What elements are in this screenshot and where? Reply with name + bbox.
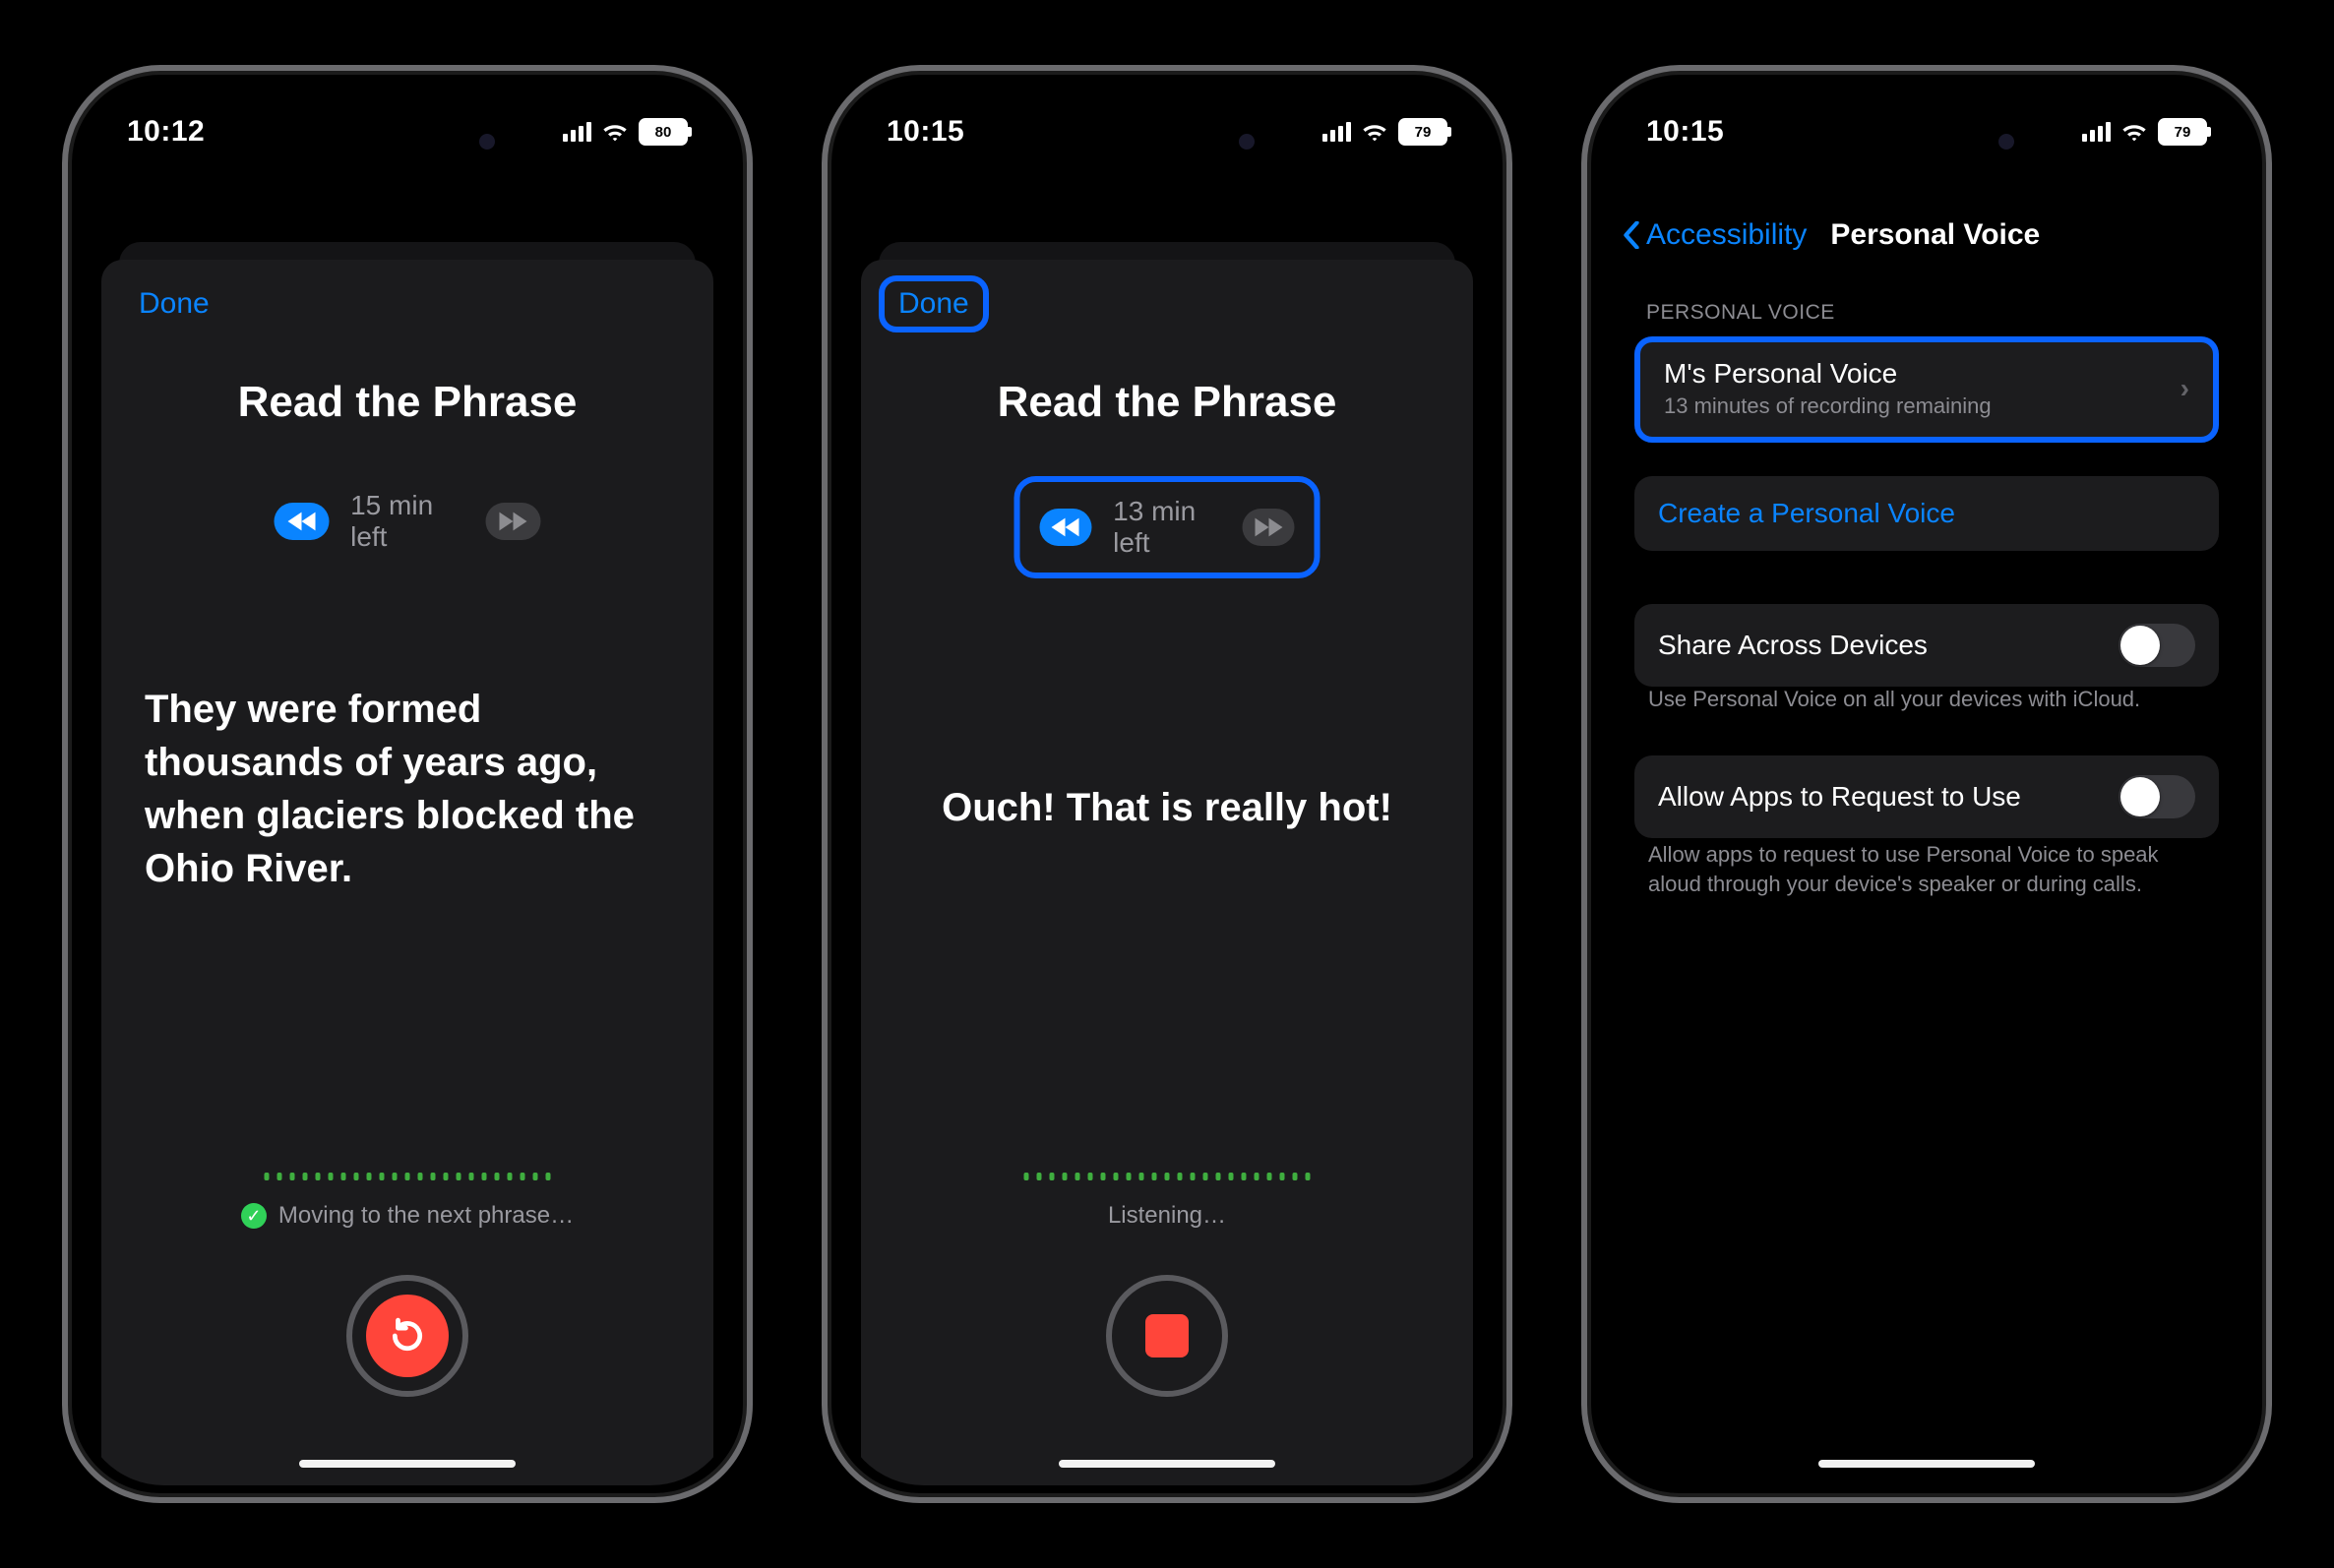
- status-time: 10:15: [1646, 115, 1724, 149]
- dynamic-island: [1064, 112, 1270, 171]
- allow-apps-label: Allow Apps to Request to Use: [1658, 781, 2021, 813]
- navigation-bar: Accessibility Personal Voice: [1599, 201, 2254, 270]
- phrase-text: They were formed thousands of years ago,…: [145, 683, 670, 895]
- done-button[interactable]: Done: [125, 281, 223, 327]
- recording-status-label: Moving to the next phrase…: [278, 1202, 574, 1230]
- phrase-text: Ouch! That is really hot!: [904, 781, 1430, 834]
- done-button[interactable]: Done: [879, 275, 989, 332]
- home-indicator[interactable]: [299, 1460, 516, 1468]
- time-remaining-label: 13 min left: [1113, 496, 1221, 559]
- audio-waveform: [265, 1173, 551, 1180]
- share-across-devices-row: Share Across Devices: [1634, 604, 2219, 687]
- wifi-icon: [2120, 121, 2148, 143]
- cellular-signal-icon: [560, 122, 591, 142]
- stop-icon: [1145, 1314, 1189, 1357]
- phone-frame: 10:12 80 Done Read the Phrase: [62, 65, 753, 1503]
- time-remaining-row: 15 min left: [255, 476, 561, 567]
- nav-title: Personal Voice: [1830, 218, 2040, 252]
- wifi-icon: [601, 121, 629, 143]
- recording-sheet: Done Read the Phrase 13 min left Ouch! T…: [861, 260, 1473, 1485]
- create-personal-voice-row[interactable]: Create a Personal Voice: [1634, 476, 2219, 551]
- allow-apps-row: Allow Apps to Request to Use: [1634, 755, 2219, 838]
- phone-frame: 10:15 79 Accessibility: [1581, 65, 2272, 1503]
- screen-title: Read the Phrase: [861, 378, 1473, 427]
- share-footer-note: Use Personal Voice on all your devices w…: [1648, 685, 2205, 714]
- personal-voice-row[interactable]: M's Personal Voice 13 minutes of recordi…: [1634, 336, 2219, 443]
- record-button[interactable]: [346, 1275, 468, 1397]
- fast-forward-button[interactable]: [1243, 509, 1295, 546]
- create-personal-voice-label: Create a Personal Voice: [1658, 498, 1955, 528]
- allow-apps-toggle[interactable]: [2119, 775, 2195, 818]
- rewind-button[interactable]: [275, 503, 330, 540]
- time-remaining-label: 15 min left: [350, 490, 464, 553]
- back-button[interactable]: Accessibility: [1623, 218, 1807, 252]
- share-across-devices-label: Share Across Devices: [1658, 630, 1928, 661]
- dynamic-island: [304, 112, 511, 171]
- recording-status-label: Listening…: [1108, 1202, 1226, 1230]
- phone-frame: 10:15 79 Done Read the Phrase: [822, 65, 1512, 1503]
- status-time: 10:12: [127, 115, 205, 149]
- checkmark-icon: ✓: [241, 1203, 267, 1229]
- screen-title: Read the Phrase: [101, 378, 713, 427]
- battery-indicator: 79: [2158, 118, 2207, 146]
- home-indicator[interactable]: [1818, 1460, 2035, 1468]
- time-remaining-row: 13 min left: [1014, 476, 1321, 578]
- battery-indicator: 79: [1398, 118, 1447, 146]
- back-label: Accessibility: [1646, 218, 1807, 252]
- home-indicator[interactable]: [1059, 1460, 1275, 1468]
- cellular-signal-icon: [1320, 122, 1351, 142]
- recording-status: Listening…: [861, 1202, 1473, 1230]
- chevron-right-icon: ›: [2180, 373, 2189, 404]
- chevron-left-icon: [1623, 221, 1640, 249]
- share-across-devices-toggle[interactable]: [2119, 624, 2195, 667]
- section-header-personal-voice: PERSONAL VOICE: [1646, 301, 1835, 325]
- dynamic-island: [1823, 112, 2030, 171]
- allow-footer-note: Allow apps to request to use Personal Vo…: [1648, 840, 2205, 898]
- recording-status: ✓ Moving to the next phrase…: [101, 1202, 713, 1230]
- status-time: 10:15: [887, 115, 964, 149]
- personal-voice-title: M's Personal Voice: [1664, 358, 1992, 390]
- cellular-signal-icon: [2079, 122, 2111, 142]
- recording-sheet: Done Read the Phrase 15 min left They we…: [101, 260, 713, 1485]
- wifi-icon: [1361, 121, 1388, 143]
- rewind-button[interactable]: [1040, 509, 1092, 546]
- fast-forward-button[interactable]: [486, 503, 541, 540]
- battery-indicator: 80: [639, 118, 688, 146]
- personal-voice-subtitle: 13 minutes of recording remaining: [1664, 393, 1992, 419]
- audio-waveform: [1024, 1173, 1311, 1180]
- retry-icon: [389, 1317, 426, 1355]
- record-button[interactable]: [1106, 1275, 1228, 1397]
